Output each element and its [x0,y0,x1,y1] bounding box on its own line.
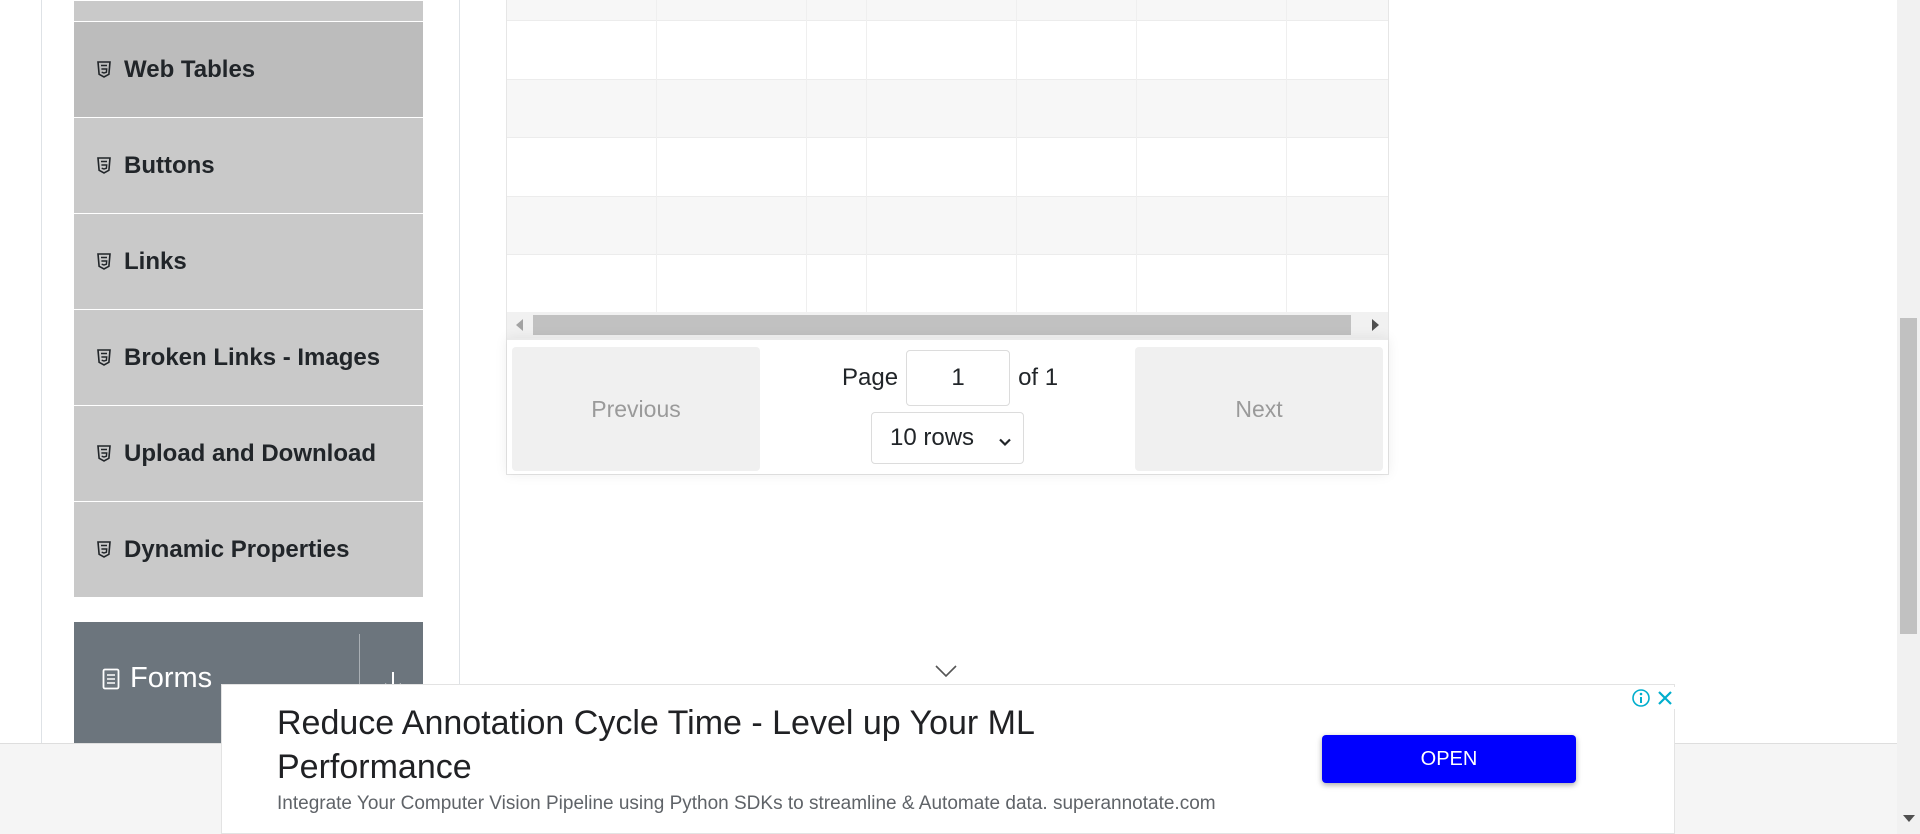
sidebar-item-label: Upload and Download [124,439,376,467]
total-pages-label: of 1 [1018,364,1059,391]
ad-open-button[interactable]: OPEN [1322,735,1576,783]
table-row [507,21,1388,80]
rows-per-page-value: 10 rows [890,424,975,451]
table-column-divider [1136,0,1137,312]
pagination-bar: Previous Page of 1 10 rows Next [507,338,1388,474]
html5-icon [96,157,112,175]
html5-icon [96,349,112,367]
sidebar-item-partial[interactable] [74,0,423,21]
scroll-right-icon[interactable] [1372,319,1379,331]
table-column-divider [866,0,867,312]
table-column-divider [1286,0,1287,312]
page-scrollbar-thumb[interactable] [1900,318,1917,634]
forms-group-label: Forms [130,662,213,694]
sidebar-item-broken-links[interactable]: Broken Links - Images [74,309,423,405]
sidebar-item-label: Dynamic Properties [124,535,350,563]
table-row [507,255,1388,312]
sidebar-item-upload-download[interactable]: Upload and Download [74,405,423,501]
close-icon[interactable] [1654,687,1676,709]
html5-icon [96,445,112,463]
table-column-divider [1016,0,1017,312]
sidebar-item-dynamic-properties[interactable]: Dynamic Properties [74,501,423,597]
previous-button[interactable]: Previous [512,347,760,471]
table-row [507,80,1388,138]
table-column-divider [656,0,657,312]
advertisement-banner[interactable]: Reduce Annotation Cycle Time - Level up … [221,684,1676,834]
scroll-down-icon[interactable] [1903,815,1915,822]
ad-description[interactable]: Integrate Your Computer Vision Pipeline … [277,793,1216,815]
forms-group-header[interactable]: Forms [102,662,212,695]
sidebar-item-label: Buttons [124,151,215,179]
page-jump: Page of 1 [842,350,1058,406]
sidebar-item-label: Web Tables [124,55,256,83]
horizontal-scrollbar-thumb[interactable] [533,315,1351,335]
scroll-left-icon[interactable] [516,319,523,331]
sidebar-item-web-tables[interactable]: Web Tables [74,21,423,117]
table-column-divider [806,0,807,312]
html5-icon [96,541,112,559]
page-number-input[interactable] [906,350,1011,406]
table-row [507,0,1388,21]
chevron-down-icon[interactable] [934,664,958,678]
table-row [507,138,1388,197]
sidebar-item-buttons[interactable]: Buttons [74,117,423,213]
next-button[interactable]: Next [1135,347,1383,471]
rows-per-page-select[interactable]: 10 rows [871,412,1024,464]
chevron-down-icon [997,429,1013,447]
info-icon[interactable] [1630,687,1652,709]
sidebar-item-label: Links [124,247,187,275]
document-icon [102,668,120,690]
page-vertical-scrollbar[interactable] [1897,0,1920,834]
html5-icon [96,253,112,271]
page-label: Page [842,364,899,391]
table-row [507,197,1388,255]
ad-title[interactable]: Reduce Annotation Cycle Time - Level up … [277,701,1237,789]
web-table: Previous Page of 1 10 rows Next [506,0,1389,475]
sidebar-item-label: Broken Links - Images [124,343,381,371]
sidebar-item-links[interactable]: Links [74,213,423,309]
horizontal-scrollbar[interactable] [507,312,1388,338]
html5-icon [96,61,112,79]
